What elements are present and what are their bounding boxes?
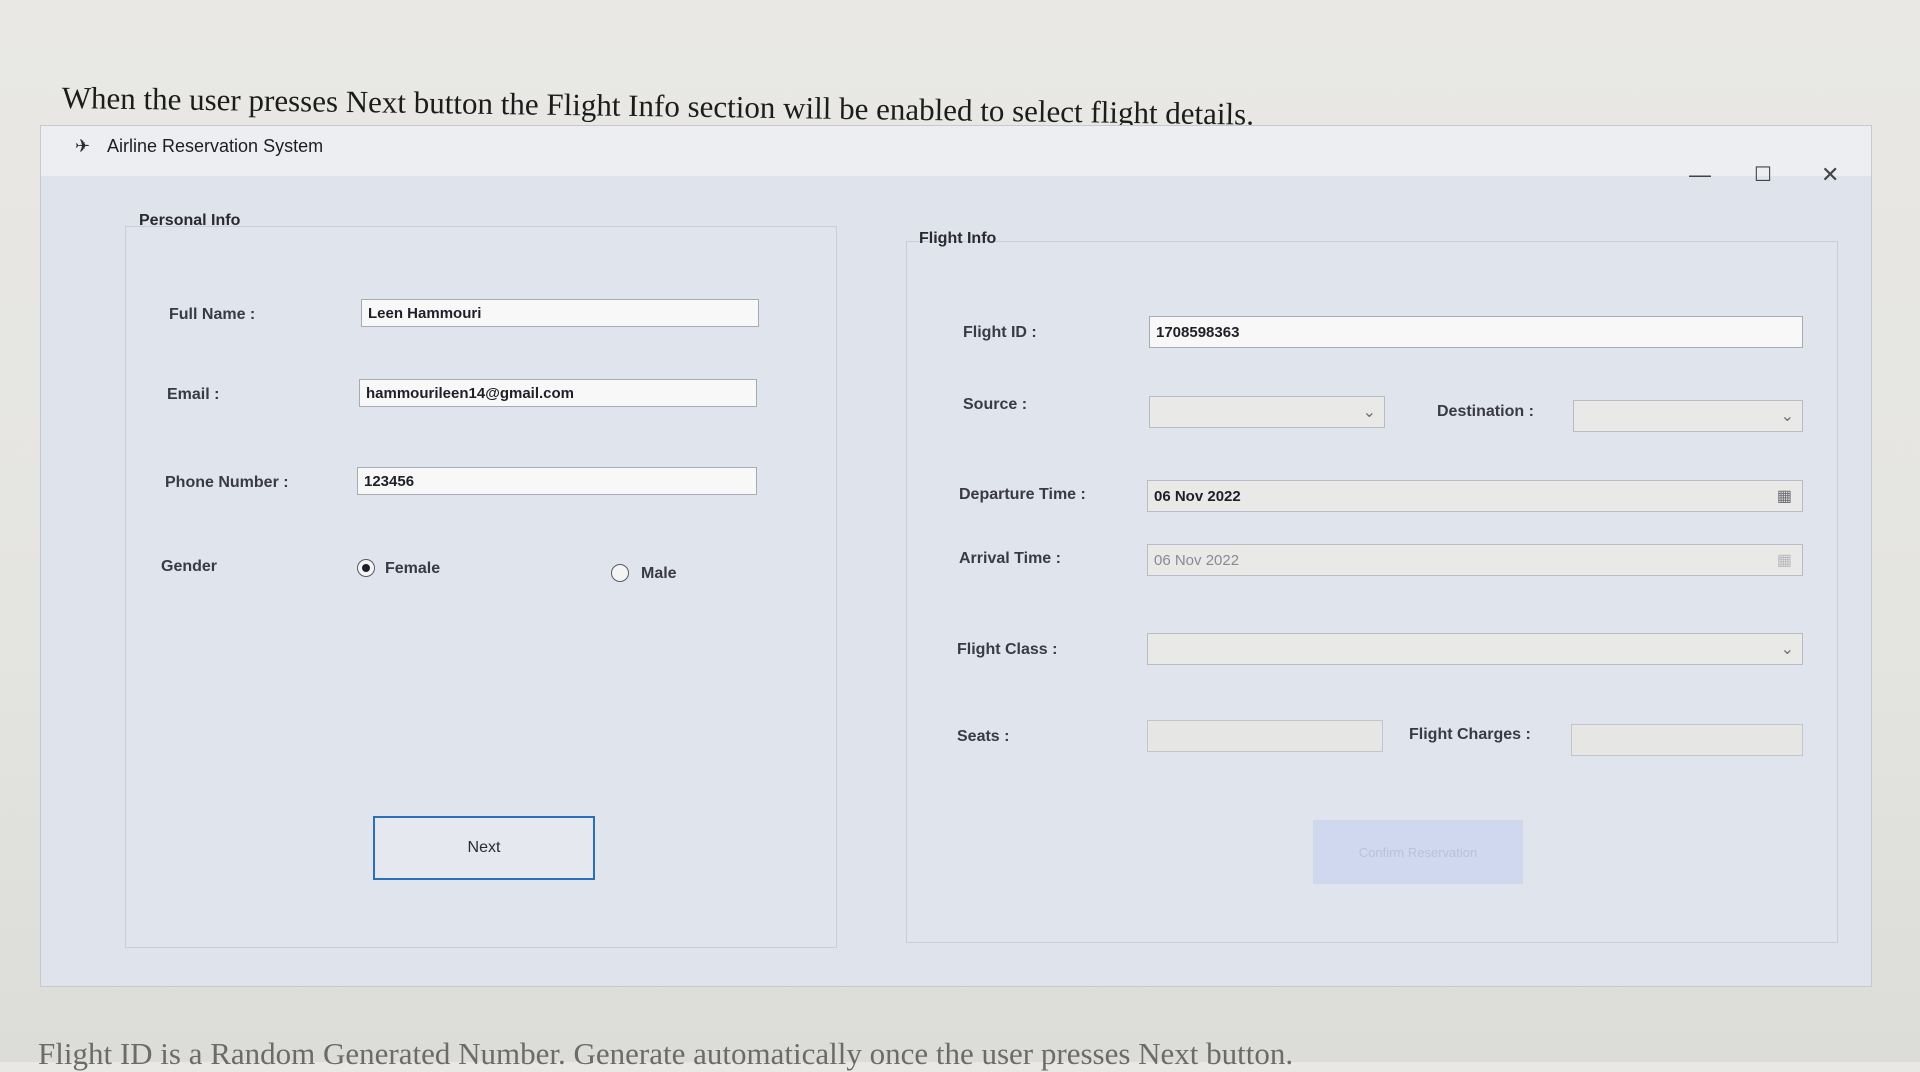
arrival-time-picker[interactable]: 06 Nov 2022 ▦	[1147, 544, 1803, 576]
phone-number-input[interactable]	[357, 467, 757, 495]
window-title: Airline Reservation System	[107, 136, 324, 156]
destination-select[interactable]: ⌄	[1573, 400, 1803, 432]
flight-id-label: Flight ID :	[963, 324, 1037, 341]
male-radio[interactable]	[611, 564, 629, 582]
flight-charges-label: Flight Charges :	[1409, 726, 1531, 743]
female-radio[interactable]	[357, 559, 375, 577]
calendar-icon[interactable]: ▦	[1777, 550, 1792, 570]
flight-class-label: Flight Class :	[957, 641, 1058, 658]
arrival-time-label: Arrival Time :	[959, 550, 1061, 567]
seats-input[interactable]	[1147, 720, 1383, 752]
arrival-time-value: 06 Nov 2022	[1154, 552, 1240, 569]
male-label: Male	[641, 565, 677, 582]
personal-info-title: Personal Info	[139, 212, 241, 229]
departure-time-picker[interactable]: 06 Nov 2022 ▦	[1147, 480, 1803, 512]
seats-label: Seats :	[957, 728, 1010, 745]
flight-info-title: Flight Info	[919, 230, 997, 247]
app-window: ✈ Airline Reservation System — ☐ ✕ Perso…	[40, 125, 1872, 987]
phone-number-label: Phone Number :	[165, 474, 289, 491]
source-label: Source :	[963, 396, 1028, 413]
chevron-down-icon: ⌄	[1362, 404, 1376, 421]
gender-label: Gender	[161, 558, 218, 575]
title-bar: ✈ Airline Reservation System — ☐ ✕	[41, 126, 1871, 187]
destination-label: Destination :	[1437, 403, 1534, 420]
chevron-down-icon: ⌄	[1780, 641, 1794, 658]
full-name-input[interactable]	[361, 299, 759, 327]
flight-charges-input[interactable]	[1571, 724, 1803, 756]
email-label: Email :	[167, 386, 220, 403]
source-select[interactable]: ⌄	[1149, 396, 1385, 428]
chevron-down-icon: ⌄	[1780, 408, 1794, 425]
flight-class-select[interactable]: ⌄	[1147, 633, 1803, 665]
instruction-text-bottom: Flight ID is a Random Generated Number. …	[38, 1036, 1294, 1071]
full-name-label: Full Name :	[169, 306, 256, 323]
close-button[interactable]: ✕	[1821, 162, 1839, 188]
confirm-reservation-button[interactable]: Confirm Reservation	[1313, 820, 1523, 884]
minimize-button[interactable]: —	[1689, 162, 1711, 188]
maximize-button[interactable]: ☐	[1754, 162, 1772, 187]
calendar-icon[interactable]: ▦	[1777, 486, 1792, 506]
plane-icon: ✈	[75, 136, 91, 156]
departure-time-value: 06 Nov 2022	[1154, 488, 1241, 505]
flight-id-input[interactable]	[1149, 316, 1803, 348]
next-button[interactable]: Next	[373, 816, 595, 880]
female-label: Female	[385, 560, 441, 577]
departure-time-label: Departure Time :	[959, 486, 1086, 503]
email-input[interactable]	[359, 379, 757, 407]
